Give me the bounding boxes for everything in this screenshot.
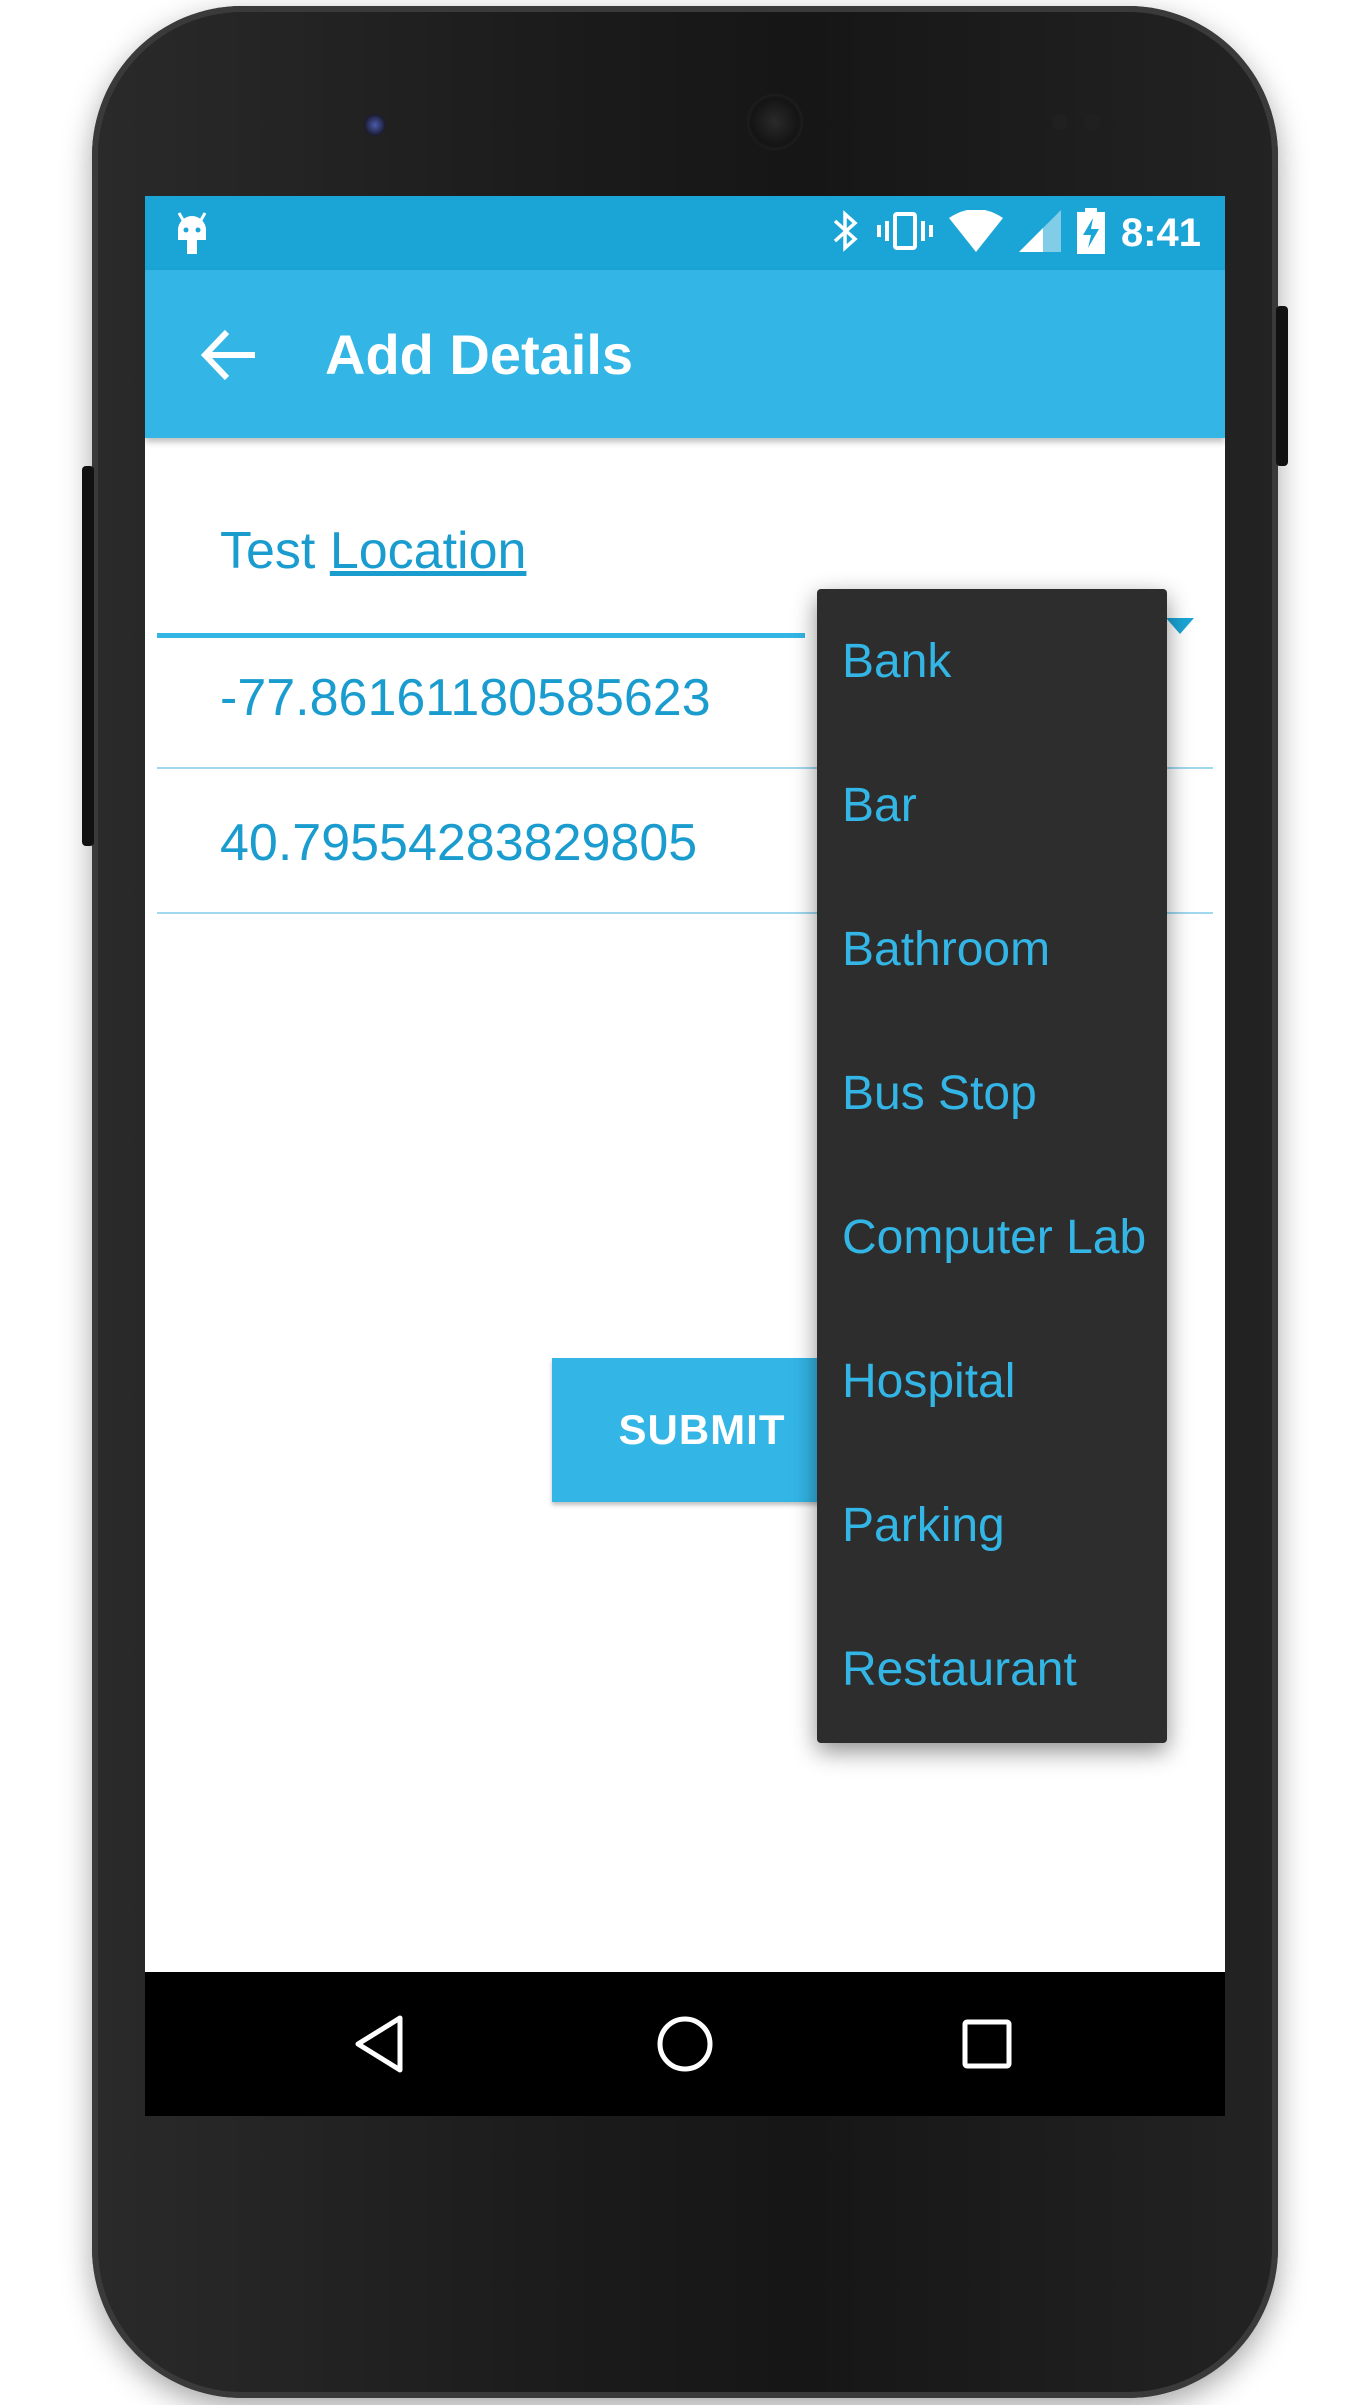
phone-screen: 8:41 Add Details Test Location -77.86161… xyxy=(145,196,1225,2116)
front-camera-icon xyxy=(364,114,386,136)
page-title: Add Details xyxy=(325,323,634,386)
dropdown-option-parking[interactable]: Parking xyxy=(817,1453,1167,1597)
dropdown-option-bank[interactable]: Bank xyxy=(817,589,1167,733)
vibrate-icon xyxy=(876,208,933,259)
category-dropdown: Bank Bar Bathroom Bus Stop Computer Lab … xyxy=(817,589,1167,1743)
dropdown-option-bar[interactable]: Bar xyxy=(817,733,1167,877)
bluetooth-icon xyxy=(831,208,861,259)
navigation-bar xyxy=(145,1972,1225,2116)
dropdown-option-bus-stop[interactable]: Bus Stop xyxy=(817,1021,1167,1165)
earpiece-speaker xyxy=(747,94,803,150)
back-triangle-icon xyxy=(355,2015,403,2073)
latitude-field[interactable]: 40.79554283829805 xyxy=(220,813,697,873)
dropdown-option-bathroom[interactable]: Bathroom xyxy=(817,877,1167,1021)
location-name-prefix: Test xyxy=(220,522,316,580)
clock: 8:41 xyxy=(1120,210,1201,255)
proximity-sensor xyxy=(1052,114,1068,130)
battery-charging-icon xyxy=(1076,207,1105,259)
home-circle-icon xyxy=(657,2016,713,2072)
submit-button[interactable]: SUBMIT xyxy=(552,1358,852,1502)
back-button[interactable] xyxy=(195,320,265,390)
dropdown-arrow-icon[interactable] xyxy=(1166,618,1194,634)
wifi-icon xyxy=(948,208,1003,257)
location-name-underlined: Location xyxy=(329,522,527,580)
dropdown-option-computer-lab[interactable]: Computer Lab xyxy=(817,1165,1167,1309)
volume-button xyxy=(82,466,94,846)
status-bar: 8:41 xyxy=(145,196,1225,270)
location-name-spinner[interactable]: Test Location xyxy=(220,521,526,581)
nav-recents-button[interactable] xyxy=(955,2012,1019,2076)
app-bar: Add Details xyxy=(145,270,1225,438)
arrow-back-icon xyxy=(200,329,255,381)
longitude-field[interactable]: -77.86161180585623 xyxy=(220,668,711,728)
recents-square-icon xyxy=(962,2019,1012,2069)
signal-icon xyxy=(1018,209,1061,257)
nav-home-button[interactable] xyxy=(653,2012,717,2076)
light-sensor xyxy=(1084,114,1100,130)
power-button xyxy=(1276,306,1288,466)
spinner-underline xyxy=(157,633,805,638)
dropdown-option-hospital[interactable]: Hospital xyxy=(817,1309,1167,1453)
dropdown-option-restaurant[interactable]: Restaurant xyxy=(817,1597,1167,1741)
nav-back-button[interactable] xyxy=(350,2012,414,2076)
android-debug-icon xyxy=(175,210,209,261)
